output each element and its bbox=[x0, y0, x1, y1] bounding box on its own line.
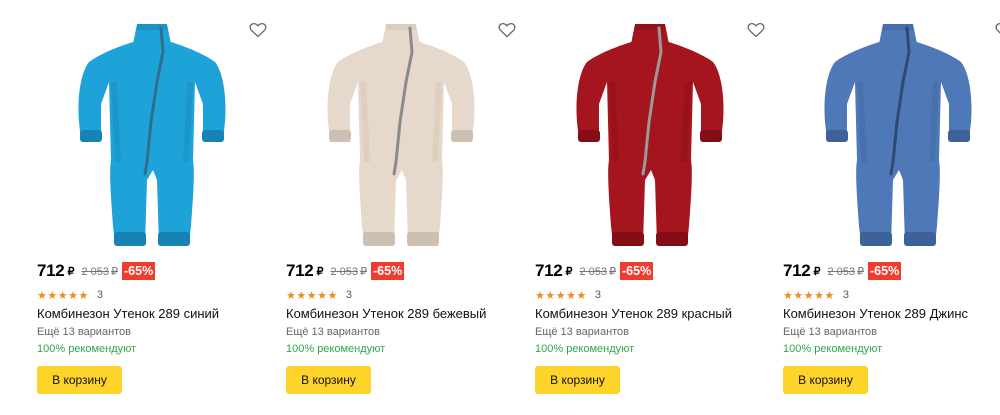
favorite-heart-icon[interactable] bbox=[498, 22, 516, 38]
discount-badge: -65% bbox=[122, 262, 156, 280]
product-card[interactable]: 712 ₽ 2 053 ₽ -65% ★★★★★ 3 Комбинезон Уте… bbox=[286, 0, 516, 415]
discount-badge: -65% bbox=[620, 262, 654, 280]
favorite-heart-icon[interactable] bbox=[995, 22, 1000, 38]
add-to-cart-button[interactable]: В корзину bbox=[37, 366, 122, 394]
recommend-text: 100% рекомендуют bbox=[783, 343, 883, 355]
review-count: 3 bbox=[842, 289, 849, 301]
current-price: 712 bbox=[286, 261, 314, 280]
add-to-cart-button[interactable]: В корзину bbox=[535, 366, 620, 394]
price-row: 712 ₽ 2 053 ₽ -65% bbox=[783, 260, 902, 282]
add-to-cart-button[interactable]: В корзину bbox=[286, 366, 371, 394]
variants-link[interactable]: Ещё 13 вариантов bbox=[783, 326, 877, 338]
favorite-heart-icon[interactable] bbox=[249, 22, 267, 38]
review-count: 3 bbox=[594, 289, 601, 301]
product-title-link[interactable]: Комбинезон Утенок 289 бежевый bbox=[286, 306, 486, 321]
current-price: 712 bbox=[783, 261, 811, 280]
product-image[interactable] bbox=[783, 12, 1000, 254]
price-row: 712 ₽ 2 053 ₽ -65% bbox=[535, 260, 654, 282]
currency-symbol: ₽ bbox=[813, 265, 821, 278]
star-rating-icon: ★★★★★ bbox=[783, 289, 835, 302]
variants-link[interactable]: Ещё 13 вариантов bbox=[535, 326, 629, 338]
rating[interactable]: ★★★★★ 3 bbox=[535, 288, 601, 302]
review-count: 3 bbox=[345, 289, 352, 301]
product-card[interactable]: 712 ₽ 2 053 ₽ -65% ★★★★★ 3 Комбинезон Уте… bbox=[37, 0, 267, 415]
price-row: 712 ₽ 2 053 ₽ -65% bbox=[286, 260, 405, 282]
old-price: 2 053 ₽ bbox=[827, 265, 864, 278]
old-price: 2 053 ₽ bbox=[330, 265, 367, 278]
star-rating-icon: ★★★★★ bbox=[286, 289, 338, 302]
old-price: 2 053 ₽ bbox=[579, 265, 616, 278]
currency-symbol: ₽ bbox=[565, 265, 573, 278]
product-image[interactable] bbox=[535, 12, 765, 254]
current-price: 712 bbox=[535, 261, 563, 280]
product-image[interactable] bbox=[37, 12, 267, 254]
variants-link[interactable]: Ещё 13 вариантов bbox=[37, 326, 131, 338]
rating[interactable]: ★★★★★ 3 bbox=[783, 288, 849, 302]
product-grid: 712 ₽ 2 053 ₽ -65% ★★★★★ 3 Комбинезон Уте… bbox=[0, 0, 1000, 415]
price-row: 712 ₽ 2 053 ₽ -65% bbox=[37, 260, 156, 282]
star-rating-icon: ★★★★★ bbox=[535, 289, 587, 302]
recommend-text: 100% рекомендуют bbox=[286, 343, 386, 355]
product-image[interactable] bbox=[286, 12, 516, 254]
variants-link[interactable]: Ещё 13 вариантов bbox=[286, 326, 380, 338]
current-price: 712 bbox=[37, 261, 65, 280]
product-title-link[interactable]: Комбинезон Утенок 289 Джинс bbox=[783, 306, 968, 321]
add-to-cart-button[interactable]: В корзину bbox=[783, 366, 868, 394]
product-title-link[interactable]: Комбинезон Утенок 289 синий bbox=[37, 306, 219, 321]
recommend-text: 100% рекомендуют bbox=[37, 343, 137, 355]
product-card[interactable]: 712 ₽ 2 053 ₽ -65% ★★★★★ 3 Комбинезон Уте… bbox=[783, 0, 1000, 415]
discount-badge: -65% bbox=[868, 262, 902, 280]
star-rating-icon: ★★★★★ bbox=[37, 289, 89, 302]
rating[interactable]: ★★★★★ 3 bbox=[286, 288, 352, 302]
recommend-text: 100% рекомендуют bbox=[535, 343, 635, 355]
rating[interactable]: ★★★★★ 3 bbox=[37, 288, 103, 302]
currency-symbol: ₽ bbox=[67, 265, 75, 278]
favorite-heart-icon[interactable] bbox=[747, 22, 765, 38]
review-count: 3 bbox=[96, 289, 103, 301]
product-card[interactable]: 712 ₽ 2 053 ₽ -65% ★★★★★ 3 Комбинезон Уте… bbox=[535, 0, 765, 415]
product-title-link[interactable]: Комбинезон Утенок 289 красный bbox=[535, 306, 732, 321]
old-price: 2 053 ₽ bbox=[81, 265, 118, 278]
discount-badge: -65% bbox=[371, 262, 405, 280]
currency-symbol: ₽ bbox=[316, 265, 324, 278]
